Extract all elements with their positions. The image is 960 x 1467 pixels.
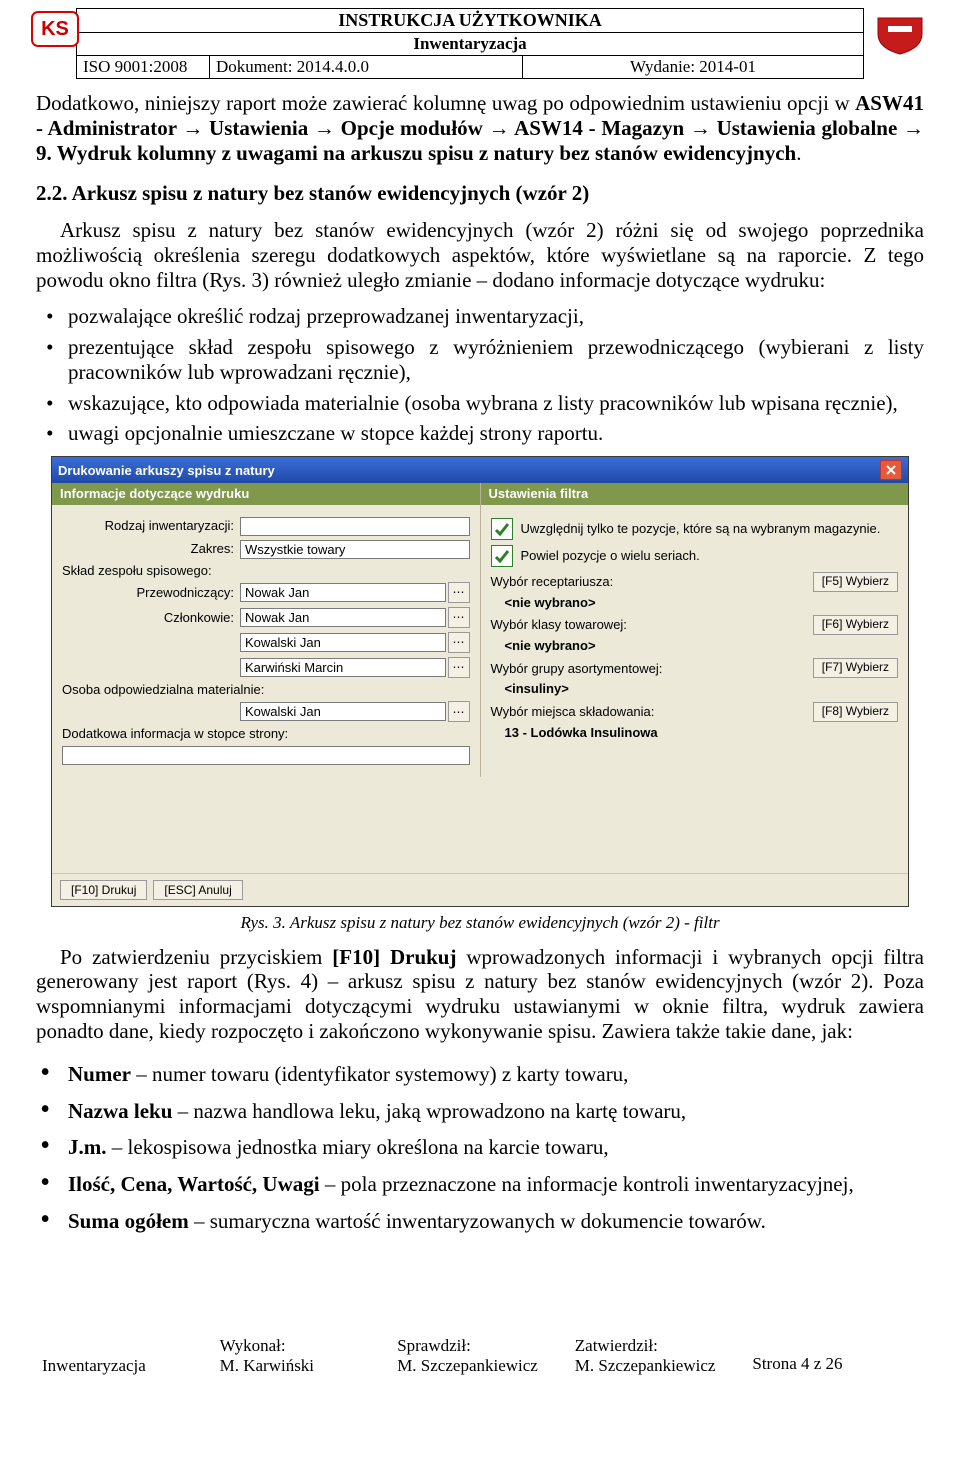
definition-item: Ilość, Cena, Wartość, Uwagi – pola przez…	[64, 1166, 924, 1197]
brand-logo: KS	[30, 8, 80, 58]
label-wybor-miejsce: Wybór miejsca składowania:	[491, 704, 813, 719]
input-przewodniczacy[interactable]	[240, 583, 446, 602]
checkbox-powiel-label: Powiel pozycje o wielu seriach.	[521, 548, 899, 563]
lookup-button[interactable]: ⋯	[448, 607, 470, 628]
page-number: Strona 4 z 26	[746, 1334, 924, 1378]
definition-item: J.m. – lekospisowa jednostka miary okreś…	[64, 1129, 924, 1160]
label-sklad: Skład zespołu spisowego:	[62, 563, 212, 578]
header-iso: ISO 9001:2008	[77, 56, 210, 78]
input-osoba-odp[interactable]	[240, 702, 446, 721]
label-stopka: Dodatkowa informacja w stopce strony:	[62, 726, 288, 741]
lookup-button[interactable]: ⋯	[448, 701, 470, 722]
lookup-button[interactable]: ⋯	[448, 582, 470, 603]
section-title-2-2: 2.2. Arkusz spisu z natury bez stanów ew…	[36, 181, 924, 206]
lookup-button[interactable]: ⋯	[448, 632, 470, 653]
label-zakres: Zakres:	[62, 541, 240, 556]
footer-zatwierdzil: Zatwierdził:M. Szczepankiewicz	[569, 1334, 747, 1378]
header-box: INSTRUKCJA UŻYTKOWNIKA Inwentaryzacja IS…	[76, 8, 864, 79]
definition-list: Numer – numer towaru (identyfikator syst…	[64, 1056, 924, 1234]
button-f6-wybierz[interactable]: [F6] Wybierz	[813, 615, 898, 635]
input-czlonek-2[interactable]	[240, 633, 446, 652]
label-czlonkowie: Członkowie:	[62, 610, 240, 625]
value-wybor-grupa: <insuliny>	[491, 681, 899, 696]
footer-name: Inwentaryzacja	[36, 1334, 214, 1378]
bullet-list-1: pozwalające określić rodzaj przeprowadza…	[64, 304, 924, 446]
button-f7-wybierz[interactable]: [F7] Wybierz	[813, 658, 898, 678]
value-wybor-miejsce: 13 - Lodówka Insulinowa	[491, 725, 899, 740]
close-icon[interactable]	[880, 460, 902, 480]
checkbox-magazyn[interactable]	[491, 518, 513, 540]
figure-caption: Rys. 3. Arkusz spisu z natury bez stanów…	[36, 913, 924, 933]
input-rodzaj[interactable]	[240, 517, 470, 536]
label-wybor-grupa: Wybór grupy asortymentowej:	[491, 661, 813, 676]
page-footer: Inwentaryzacja Wykonał:M. Karwiński Spra…	[36, 1334, 924, 1378]
button-f5-wybierz[interactable]: [F5] Wybierz	[813, 572, 898, 592]
definition-item: Suma ogółem – sumaryczna wartość inwenta…	[64, 1203, 924, 1234]
dialog-col-left-header: Informacje dotyczące wydruku	[52, 483, 480, 504]
header-subtitle: Inwentaryzacja	[77, 33, 863, 56]
checkbox-magazyn-label: Uwzględnij tylko te pozycje, które są na…	[521, 521, 899, 536]
paragraph-2: Arkusz spisu z natury bez stanów ewidenc…	[36, 218, 924, 292]
bullet-item: uwagi opcjonalnie umieszczane w stopce k…	[64, 421, 924, 446]
header-doc: Dokument: 2014.4.0.0	[210, 56, 523, 78]
value-wybor-recept: <nie wybrano>	[491, 595, 899, 610]
button-esc-anuluj[interactable]: [ESC] Anuluj	[153, 880, 242, 900]
checkbox-powiel[interactable]	[491, 545, 513, 567]
input-czlonek-1[interactable]	[240, 608, 446, 627]
dialog-title-text: Drukowanie arkuszy spisu z natury	[58, 463, 275, 478]
button-f8-wybierz[interactable]: [F8] Wybierz	[813, 702, 898, 722]
input-zakres[interactable]	[240, 540, 470, 559]
lookup-button[interactable]: ⋯	[448, 657, 470, 678]
dialog-col-right-header: Ustawienia filtra	[481, 483, 909, 504]
input-czlonek-3[interactable]	[240, 658, 446, 677]
bullet-item: wskazujące, kto odpowiada materialnie (o…	[64, 391, 924, 416]
svg-text:KS: KS	[41, 18, 69, 40]
definition-item: Numer – numer towaru (identyfikator syst…	[64, 1056, 924, 1087]
definition-item: Nazwa leku – nazwa handlowa leku, jaką w…	[64, 1093, 924, 1124]
button-f10-drukuj[interactable]: [F10] Drukuj	[60, 880, 147, 900]
header-wyd: Wydanie: 2014-01	[523, 56, 863, 78]
label-przewodniczacy: Przewodniczący:	[62, 585, 240, 600]
paragraph-3: Po zatwierdzeniu przyciskiem [F10] Druku…	[36, 945, 924, 1044]
paragraph-1: Dodatkowo, niniejszy raport może zawiera…	[36, 91, 924, 165]
label-wybor-klasa: Wybór klasy towarowej:	[491, 617, 813, 632]
value-wybor-klasa: <nie wybrano>	[491, 638, 899, 653]
input-stopka[interactable]	[62, 746, 470, 765]
label-wybor-recept: Wybór receptariusza:	[491, 574, 813, 589]
dialog-titlebar[interactable]: Drukowanie arkuszy spisu z natury	[52, 457, 908, 483]
footer-sprawdzil: Sprawdził:M. Szczepankiewicz	[391, 1334, 569, 1378]
crest-logo	[870, 8, 930, 56]
label-osoba-odp: Osoba odpowiedzialna materialnie:	[62, 682, 264, 697]
footer-wykonal: Wykonał:M. Karwiński	[214, 1334, 392, 1378]
bullet-item: prezentujące skład zespołu spisowego z w…	[64, 335, 924, 385]
dialog-print-sheets: Drukowanie arkuszy spisu z natury Inform…	[51, 456, 909, 906]
label-rodzaj: Rodzaj inwentaryzacji:	[62, 518, 240, 533]
header-title: INSTRUKCJA UŻYTKOWNIKA	[77, 9, 863, 33]
bullet-item: pozwalające określić rodzaj przeprowadza…	[64, 304, 924, 329]
